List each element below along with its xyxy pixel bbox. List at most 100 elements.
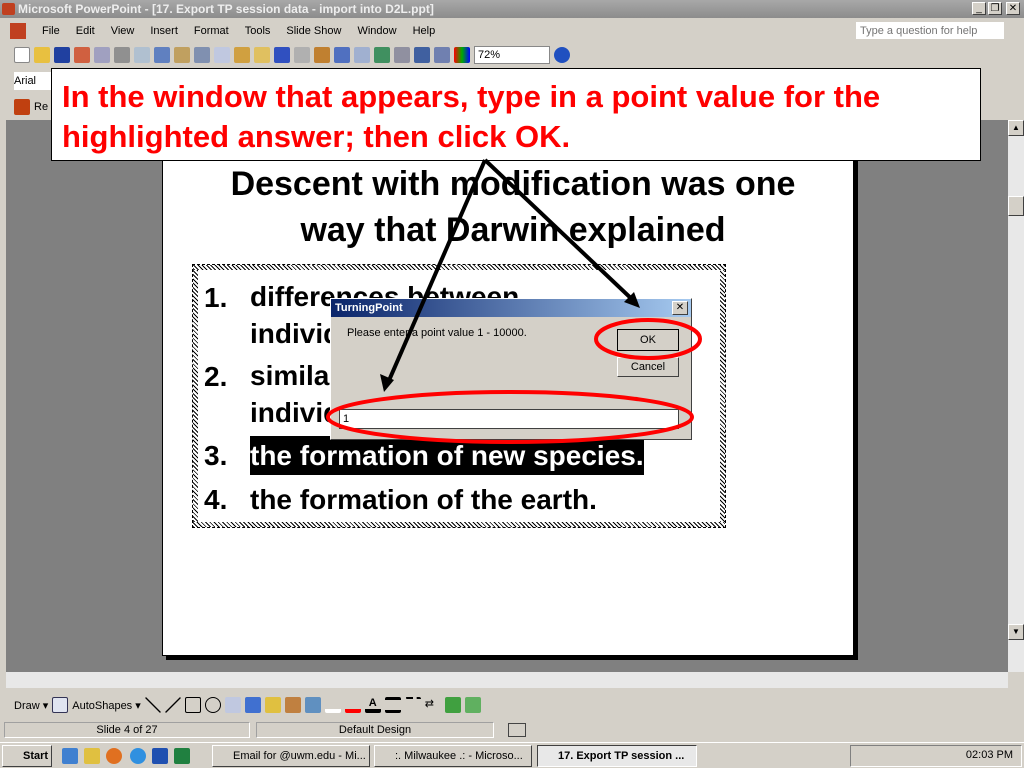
line-color-icon[interactable]	[344, 697, 361, 713]
horizontal-scrollbar[interactable]	[6, 672, 1008, 688]
grid-icon[interactable]	[434, 47, 450, 63]
list-item-highlighted: 3. the formation of new species.	[204, 436, 714, 475]
menu-tools[interactable]: Tools	[237, 25, 279, 37]
rectangle-icon[interactable]	[184, 697, 201, 713]
print-preview-icon[interactable]	[134, 47, 150, 63]
instruction-callout: In the window that appears, type in a po…	[51, 68, 981, 161]
point-value-input[interactable]: 1	[339, 409, 679, 429]
wordart-icon[interactable]	[244, 697, 261, 713]
window-title: Microsoft PowerPoint - [17. Export TP se…	[18, 2, 434, 16]
help-icon[interactable]	[554, 47, 570, 63]
slide-title[interactable]: Descent with modification was one way th…	[223, 161, 803, 253]
dash-style-icon[interactable]	[404, 697, 421, 713]
excel-quicklaunch-icon[interactable]	[174, 748, 190, 764]
line-icon[interactable]	[144, 697, 161, 713]
color-grayscale-icon[interactable]	[454, 47, 470, 63]
menu-view[interactable]: View	[103, 25, 143, 37]
redo-icon[interactable]	[294, 47, 310, 63]
menu-slide-show[interactable]: Slide Show	[278, 25, 349, 37]
spelling-status-icon	[508, 723, 526, 737]
cancel-button[interactable]: Cancel	[617, 357, 679, 377]
dialog-title: TurningPoint	[331, 299, 691, 317]
draw-menu[interactable]: Draw ▾	[14, 699, 48, 712]
textbox-icon[interactable]	[224, 697, 241, 713]
task-powerpoint[interactable]: 17. Export TP session ...	[537, 745, 697, 767]
save-icon[interactable]	[54, 47, 70, 63]
firefox-quicklaunch-icon[interactable]	[106, 748, 122, 764]
tables-borders-icon[interactable]	[354, 47, 370, 63]
task-milwaukee[interactable]: :. Milwaukee .: - Microso...	[374, 745, 532, 767]
document-icon	[10, 23, 26, 39]
picture-icon[interactable]	[304, 697, 321, 713]
turningpoint-dialog: TurningPoint ✕ Please enter a point valu…	[330, 298, 692, 440]
menu-file[interactable]: File	[34, 25, 68, 37]
status-bar: Slide 4 of 27 Default Design	[0, 720, 1024, 740]
item-text: the formation of the earth.	[250, 484, 597, 515]
zoom-select[interactable]: 72%	[474, 46, 550, 64]
vertical-scrollbar[interactable]: ▲ ▼	[1008, 120, 1024, 672]
copy-icon[interactable]	[214, 47, 230, 63]
hyperlink-icon[interactable]	[374, 47, 390, 63]
ie-quicklaunch-icon-2[interactable]	[130, 748, 146, 764]
font-select[interactable]: Arial	[14, 72, 54, 90]
system-tray: 02:03 PM	[850, 745, 1022, 767]
title-bar: Microsoft PowerPoint - [17. Export TP se…	[0, 0, 1024, 18]
explorer-quicklaunch-icon[interactable]	[84, 748, 100, 764]
ie-quicklaunch-icon[interactable]	[62, 748, 78, 764]
scroll-thumb[interactable]	[1008, 196, 1024, 216]
menu-window[interactable]: Window	[349, 25, 404, 37]
select-objects-icon[interactable]	[52, 697, 69, 713]
cut-icon[interactable]	[194, 47, 210, 63]
turningpoint-icon[interactable]	[14, 99, 30, 115]
arrow-icon[interactable]	[164, 697, 181, 713]
taskbar: Start Email for @uwm.edu - Mi... :. Milw…	[0, 742, 1024, 768]
slide-count: Slide 4 of 27	[4, 722, 250, 738]
item-number: 1.	[204, 282, 228, 313]
oval-icon[interactable]	[204, 697, 221, 713]
research-icon[interactable]	[174, 47, 190, 63]
chart-icon[interactable]	[314, 47, 330, 63]
permission-icon[interactable]	[74, 47, 90, 63]
start-button[interactable]: Start	[2, 745, 52, 767]
word-quicklaunch-icon[interactable]	[152, 748, 168, 764]
task-email[interactable]: Email for @uwm.edu - Mi...	[212, 745, 370, 767]
undo-icon[interactable]	[274, 47, 290, 63]
table-icon[interactable]	[334, 47, 350, 63]
fill-color-icon[interactable]	[324, 697, 341, 713]
autoshapes-menu[interactable]: AutoShapes ▾	[72, 699, 141, 712]
dialog-prompt: Please enter a point value 1 - 10000.	[347, 327, 527, 339]
help-search-input[interactable]	[856, 22, 1004, 39]
shadow-icon[interactable]	[444, 697, 461, 713]
3d-icon[interactable]	[464, 697, 481, 713]
diagram-icon[interactable]	[264, 697, 281, 713]
arrow-style-icon[interactable]: ⇄	[425, 697, 441, 713]
design-name: Default Design	[256, 722, 494, 738]
new-icon[interactable]	[14, 47, 30, 63]
menu-format[interactable]: Format	[186, 25, 237, 37]
font-color-icon[interactable]: A	[364, 697, 381, 713]
email-icon[interactable]	[94, 47, 110, 63]
dialog-close-button[interactable]: ✕	[672, 301, 688, 315]
minimize-button[interactable]: _	[972, 2, 986, 15]
menu-insert[interactable]: Insert	[142, 25, 186, 37]
format-painter-icon[interactable]	[254, 47, 270, 63]
paste-icon[interactable]	[234, 47, 250, 63]
open-icon[interactable]	[34, 47, 50, 63]
print-icon[interactable]	[114, 47, 130, 63]
spelling-icon[interactable]	[154, 47, 170, 63]
standard-toolbar: 72%	[0, 44, 720, 66]
item-number: 2.	[204, 361, 228, 392]
clock: 02:03 PM	[965, 749, 1013, 761]
item-text: the formation of new species.	[250, 436, 644, 475]
ok-button[interactable]: OK	[617, 329, 679, 351]
line-style-icon[interactable]	[384, 697, 401, 713]
menu-help[interactable]: Help	[405, 25, 444, 37]
show-formatting-icon[interactable]	[414, 47, 430, 63]
clipart-icon[interactable]	[284, 697, 301, 713]
powerpoint-app-icon	[2, 3, 15, 15]
expand-icon[interactable]	[394, 47, 410, 63]
toolbar-label[interactable]: Re	[34, 101, 48, 113]
restore-button[interactable]: ❐	[988, 2, 1002, 15]
menu-edit[interactable]: Edit	[68, 25, 103, 37]
close-button[interactable]: ✕	[1006, 2, 1020, 15]
